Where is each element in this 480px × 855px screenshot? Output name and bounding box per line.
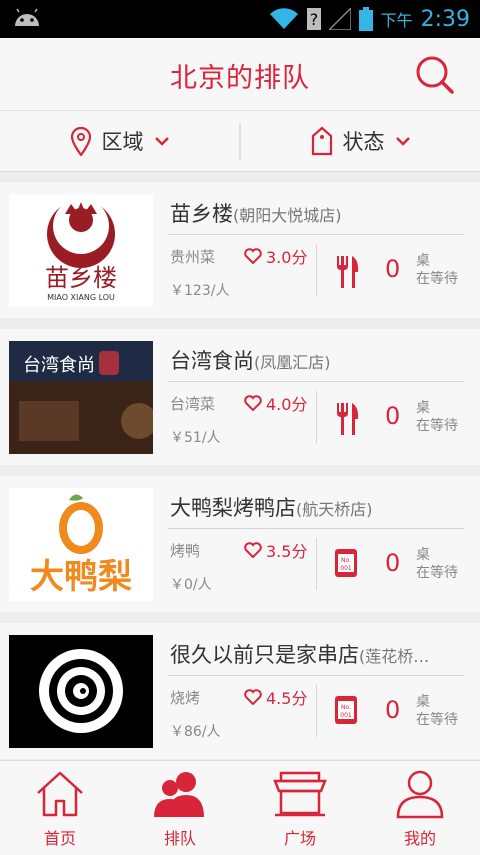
heart-icon xyxy=(244,689,262,705)
queue-icon xyxy=(154,772,204,817)
page-title: 北京的排队 xyxy=(170,63,310,94)
card-vertical-divider xyxy=(316,244,317,296)
restaurant-card[interactable]: 大鸭梨 大鸭梨烤鸭店(航天桥店) 烤鸭 3.5分 ￥0/人 No. 001 0 … xyxy=(0,476,480,612)
bottom-tab-bar: 首页 排队 广场 我的 xyxy=(0,760,480,855)
tab-plaza[interactable]: 广场 xyxy=(240,761,360,855)
question-icon: ? xyxy=(306,8,321,30)
svg-text:001: 001 xyxy=(340,712,352,719)
restaurant-branch: (凤凰汇店) xyxy=(254,353,331,372)
cuisine-label: 烤鸭 xyxy=(170,542,201,560)
restaurant-branch: (航天桥店) xyxy=(296,500,373,519)
restaurant-name: 台湾食尚(凤凰汇店) xyxy=(170,349,331,373)
queue-unit: 桌在等待 xyxy=(416,694,458,728)
fork-knife-icon xyxy=(337,256,359,288)
price-per-person: ￥123/人 xyxy=(170,283,230,299)
chevron-down-icon xyxy=(154,137,169,146)
card-vertical-divider xyxy=(316,538,317,590)
status-filter-label: 状态 xyxy=(342,130,385,154)
rating: 4.5分 xyxy=(244,685,307,709)
heart-icon xyxy=(244,248,262,264)
area-filter-label: 区域 xyxy=(101,130,144,154)
cuisine-label: 台湾菜 xyxy=(170,395,216,413)
battery-icon xyxy=(358,7,373,31)
tab-profile[interactable]: 我的 xyxy=(360,761,480,855)
android-icon xyxy=(15,8,39,26)
restaurant-name: 苗乡楼(朝阳大悦城店) xyxy=(170,202,342,226)
cuisine-label: 烧烤 xyxy=(170,689,201,707)
svg-text:?: ? xyxy=(309,10,318,29)
restaurant-card[interactable]: 台湾食尚 台湾食尚(凤凰汇店) 台湾菜 4.0分 ￥51/人 0 桌在等待 xyxy=(0,329,480,465)
queue-count: 0 xyxy=(385,255,401,283)
price-per-person: ￥51/人 xyxy=(170,430,221,446)
svg-text:No.: No. xyxy=(341,704,351,711)
price-per-person: ￥0/人 xyxy=(170,577,212,593)
restaurant-name: 大鸭梨烤鸭店(航天桥店) xyxy=(170,496,373,520)
restaurant-card[interactable]: 苗乡楼 MIAO XIANG LOU 苗乡楼(朝阳大悦城店) 贵州菜 3.0分 … xyxy=(0,182,480,318)
card-divider xyxy=(168,381,464,382)
tab-plaza-label: 广场 xyxy=(283,829,316,848)
heart-icon xyxy=(244,542,262,558)
restaurant-logo xyxy=(39,649,123,733)
status-filter[interactable]: 状态 xyxy=(241,111,480,171)
rating: 3.5分 xyxy=(244,538,307,562)
restaurant-card[interactable]: 很久以前只是家串店(莲花桥… 烧烤 4.5分 ￥86/人 No. 001 0 桌… xyxy=(0,623,480,759)
rating: 4.0分 xyxy=(244,391,307,415)
heart-icon xyxy=(244,395,262,411)
restaurant-photo: 台湾食尚 xyxy=(9,341,153,454)
svg-text:001: 001 xyxy=(340,565,352,572)
queue-ticket-icon: No. 001 xyxy=(335,696,357,724)
signal-icon xyxy=(328,8,351,30)
tab-profile-label: 我的 xyxy=(403,829,436,848)
wifi-icon xyxy=(269,8,298,30)
svg-text:MIAO XIANG LOU: MIAO XIANG LOU xyxy=(47,293,115,302)
restaurant-name: 很久以前只是家串店(莲花桥… xyxy=(170,643,430,667)
tab-home[interactable]: 首页 xyxy=(0,761,120,855)
restaurant-branch: (朝阳大悦城店) xyxy=(233,206,342,225)
card-divider xyxy=(168,528,464,529)
app-header: 北京的排队 xyxy=(0,38,480,111)
status-bar: ? 下午 2:39 xyxy=(0,0,480,38)
queue-count: 0 xyxy=(385,696,401,724)
clock-time: 2:39 xyxy=(420,6,470,32)
area-filter[interactable]: 区域 xyxy=(0,111,239,171)
svg-text:台湾食尚: 台湾食尚 xyxy=(23,355,95,376)
card-divider xyxy=(168,675,464,676)
cuisine-label: 贵州菜 xyxy=(170,248,216,266)
restaurant-logo: 大鸭梨 xyxy=(30,494,132,597)
filter-bar: 区域 状态 xyxy=(0,111,480,172)
tab-queue-label: 排队 xyxy=(163,829,196,848)
restaurant-thumbnail: 苗乡楼 MIAO XIANG LOU xyxy=(9,194,153,307)
queue-unit: 桌在等待 xyxy=(416,253,458,287)
home-icon xyxy=(37,771,83,817)
queue-unit: 桌在等待 xyxy=(416,400,458,434)
queue-count: 0 xyxy=(385,402,401,430)
restaurant-thumbnail: 大鸭梨 xyxy=(9,488,153,601)
rating: 3.0分 xyxy=(244,244,307,268)
fork-knife-icon xyxy=(337,403,359,435)
chevron-down-icon xyxy=(395,137,410,146)
restaurant-thumbnail xyxy=(9,635,153,748)
price-per-person: ￥86/人 xyxy=(170,724,221,740)
clock-ampm: 下午 xyxy=(380,11,413,30)
svg-text:No.: No. xyxy=(341,557,351,564)
restaurant-branch: (莲花桥… xyxy=(359,647,430,666)
svg-text:大鸭梨: 大鸭梨 xyxy=(30,557,132,597)
queue-unit: 桌在等待 xyxy=(416,547,458,581)
tag-icon xyxy=(311,126,332,156)
card-divider xyxy=(168,234,464,235)
card-vertical-divider xyxy=(316,391,317,443)
svg-text:苗乡楼: 苗乡楼 xyxy=(45,264,117,292)
location-pin-icon xyxy=(70,126,91,156)
tab-queue[interactable]: 排队 xyxy=(120,761,240,855)
plaza-icon xyxy=(273,771,327,817)
restaurant-logo: 苗乡楼 MIAO XIANG LOU xyxy=(45,198,117,302)
queue-count: 0 xyxy=(385,549,401,577)
card-vertical-divider xyxy=(316,685,317,737)
tab-home-label: 首页 xyxy=(43,829,76,848)
profile-icon xyxy=(396,770,444,819)
search-icon[interactable] xyxy=(414,54,456,96)
restaurant-thumbnail: 台湾食尚 xyxy=(9,341,153,454)
queue-ticket-icon: No. 001 xyxy=(335,549,357,577)
